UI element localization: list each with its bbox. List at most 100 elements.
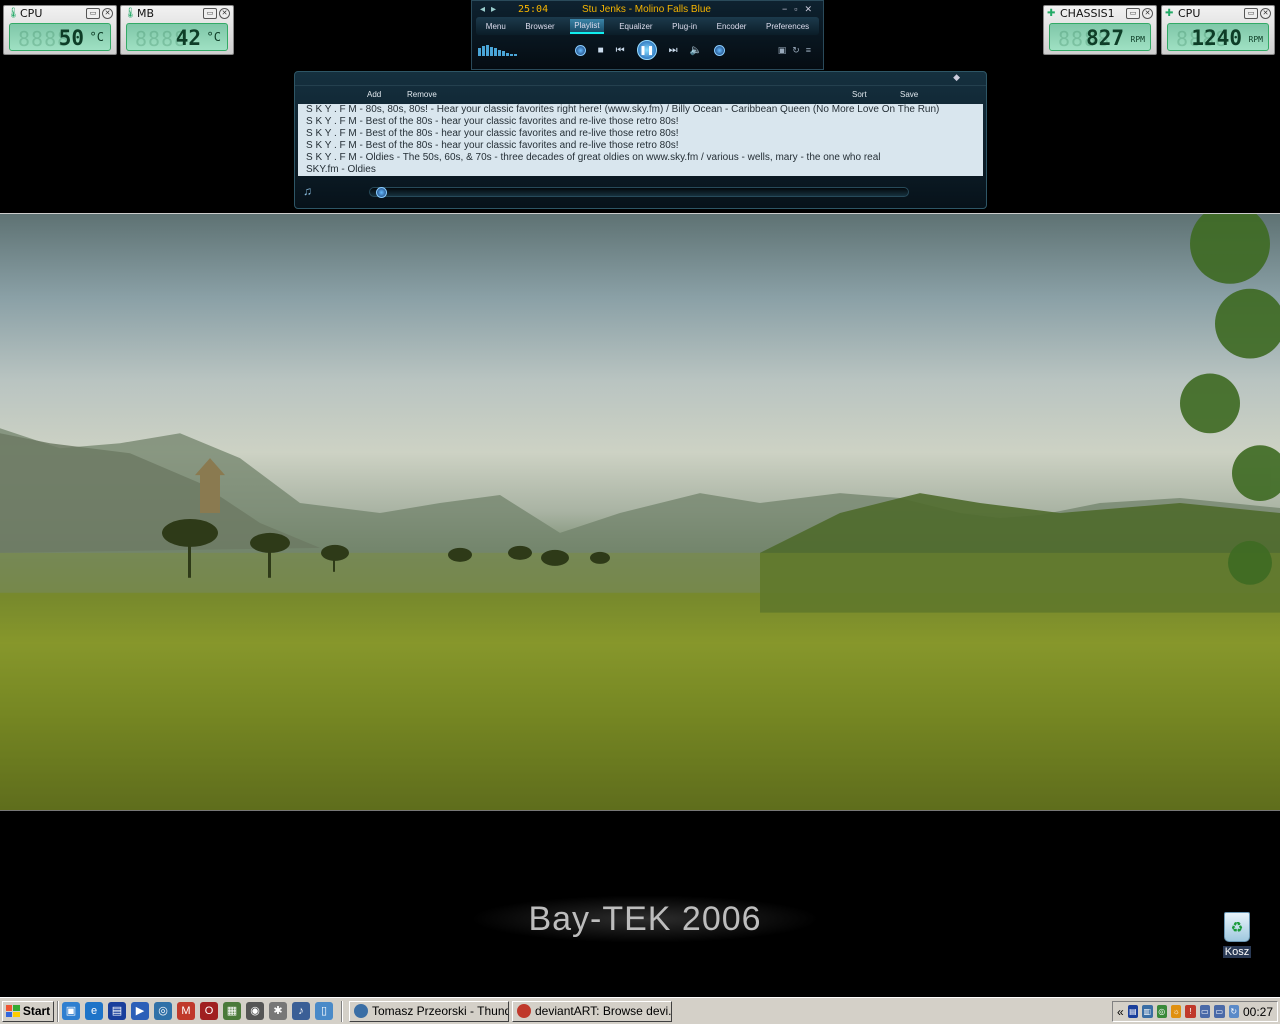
browser-icon[interactable]: e (85, 1002, 103, 1020)
tray-sun-icon[interactable]: ☼ (1170, 1005, 1182, 1018)
menu-item-preferences[interactable]: Preferences (762, 20, 813, 33)
volume-icon[interactable]: 🔈 (690, 45, 702, 56)
clock[interactable]: 00:27 (1243, 1005, 1273, 1019)
list-item[interactable]: S K Y . F M - Best of the 80s - hear you… (298, 116, 983, 128)
task-label: Tomasz Przeorski - Thund... (372, 1004, 509, 1018)
volume-knob[interactable] (714, 44, 726, 56)
tray-flag-icon[interactable]: ▥ (1142, 1005, 1153, 1018)
sensor-label: CHASSIS1 (1060, 7, 1115, 20)
image-icon[interactable]: ▦ (223, 1002, 241, 1020)
sensor-value: 827 (1086, 26, 1124, 50)
sensor-label: CPU (20, 7, 43, 20)
landscape-art (0, 214, 1280, 810)
desktop-icon[interactable]: ▣ (62, 1002, 80, 1020)
list-item[interactable]: SKY.fm - Oldies (298, 164, 983, 176)
opera-icon[interactable]: O (200, 1002, 218, 1020)
quick-launch: ▣ e ▤ ▶ ◎ M O ▦ ◉ ✱ ♪ ▯ (62, 1002, 333, 1020)
windows-logo-icon (5, 1005, 20, 1017)
settings-icon[interactable]: ▭ (86, 8, 100, 19)
sensor-unit: RPM (1248, 35, 1263, 44)
close-icon[interactable]: ✕ (1142, 8, 1153, 19)
music-note-icon[interactable]: ♫ (303, 184, 317, 198)
close-icon[interactable]: ✕ (102, 8, 113, 19)
disk-icon[interactable]: ▤ (108, 1002, 126, 1020)
menu-item-plugin[interactable]: Plug-in (668, 20, 701, 33)
fan-icon: ✚ (1047, 8, 1056, 19)
recycle-bin[interactable]: ♻ Kosz (1216, 912, 1258, 960)
list-item[interactable]: S K Y . F M - 80s, 80s, 80s! - Hear your… (298, 104, 983, 116)
menu-item-playlist[interactable]: Playlist (570, 18, 604, 34)
remove-button[interactable]: Remove (407, 90, 437, 99)
media-player: ◂▸ 25:04 Stu Jenks - Molino Falls Blue −… (471, 0, 824, 70)
playlist-scrollbar[interactable] (369, 187, 909, 198)
sensor-label: MB (137, 7, 155, 20)
sensor-unit: °C (89, 30, 104, 44)
balance-knob[interactable] (574, 44, 586, 56)
list-item[interactable]: S K Y . F M - Oldies - The 50s, 60s, & 7… (298, 152, 983, 164)
sensor-value: 1240 (1191, 26, 1242, 50)
add-button[interactable]: Add (367, 90, 381, 99)
taskbar: Start ▣ e ▤ ▶ ◎ M O ▦ ◉ ✱ ♪ ▯ Tomasz Prz… (0, 997, 1280, 1024)
previous-icon[interactable]: ⏮ (616, 45, 625, 56)
pin-icon[interactable]: ◆ (953, 72, 960, 83)
settings-icon[interactable]: ▭ (203, 8, 217, 19)
menu-item-menu[interactable]: Menu (482, 20, 510, 33)
close-icon[interactable]: ✕ (219, 8, 230, 19)
mode-buttons[interactable]: ▣↻≡ (778, 45, 817, 56)
sort-button[interactable]: Sort (852, 90, 867, 99)
tray-network-icon[interactable]: ▭ (1199, 1005, 1211, 1018)
menu-item-equalizer[interactable]: Equalizer (615, 20, 656, 33)
document-icon[interactable]: ▯ (315, 1002, 333, 1020)
globe-icon[interactable]: ◎ (154, 1002, 172, 1020)
opera-icon (517, 1004, 531, 1018)
tray-monitor-icon[interactable]: ▭ (1214, 1005, 1225, 1018)
recycle-bin-icon[interactable]: ♻ (1224, 912, 1250, 942)
cd-icon[interactable]: ◉ (246, 1002, 264, 1020)
settings-icon[interactable]: ▭ (1244, 8, 1258, 19)
task-thunderbird[interactable]: Tomasz Przeorski - Thund... (349, 1000, 509, 1022)
stop-icon[interactable]: ■ (598, 45, 604, 56)
save-button[interactable]: Save (900, 90, 918, 99)
settings-icon[interactable]: ✱ (269, 1002, 287, 1020)
tray-expand-icon[interactable]: « (1117, 1005, 1124, 1019)
thunderbird-icon (354, 1004, 368, 1018)
task-opera[interactable]: deviantART: Browse devi... (512, 1000, 672, 1022)
wallpaper-landscape (0, 213, 1280, 811)
menu-item-encoder[interactable]: Encoder (713, 20, 751, 33)
task-label: deviantART: Browse devi... (535, 1004, 672, 1018)
mail-icon[interactable]: M (177, 1002, 195, 1020)
scroll-knob[interactable] (376, 187, 387, 198)
lcd-display: 8888 42 °C (126, 23, 228, 51)
sensor-value: 42 (175, 26, 201, 50)
menu-item-browser[interactable]: Browser (521, 20, 558, 33)
media-icon[interactable]: ▶ (131, 1002, 149, 1020)
sensor-cpu-temp: 🌡 CPU ▭ ✕ 8888 50 °C (3, 5, 117, 55)
track-title: Stu Jenks - Molino Falls Blue (582, 3, 711, 15)
headphones-icon[interactable]: ♪ (292, 1002, 310, 1020)
start-button[interactable]: Start (2, 1000, 54, 1022)
lcd-display: 8888 1240 RPM (1167, 23, 1269, 51)
start-label: Start (22, 1004, 51, 1018)
visualizer (478, 44, 522, 56)
tray-globe-icon[interactable]: ◎ (1156, 1005, 1167, 1018)
sensor-chassis-fan: ✚ CHASSIS1 ▭ ✕ 8888 827 RPM (1043, 5, 1157, 55)
sensor-unit: RPM (1130, 35, 1145, 44)
next-icon[interactable]: ⏭ (669, 45, 678, 56)
playlist-window: ◆ Add Remove Sort Save S K Y . F M - 80s… (294, 71, 987, 209)
window-buttons[interactable]: −▫✕ (782, 4, 823, 15)
nav-arrows-icon[interactable]: ◂▸ (472, 4, 512, 15)
close-icon[interactable]: ✕ (1260, 8, 1271, 19)
tray-disk-icon[interactable]: ▤ (1127, 1005, 1139, 1018)
playlist-list: S K Y . F M - 80s, 80s, 80s! - Hear your… (298, 104, 983, 176)
thermometer-icon: 🌡 (124, 8, 137, 19)
sensor-unit: °C (206, 30, 221, 44)
fan-icon: ✚ (1165, 8, 1174, 19)
recycle-bin-label[interactable]: Kosz (1222, 946, 1252, 958)
tray-sync-icon[interactable]: ↻ (1228, 1005, 1239, 1018)
list-item[interactable]: S K Y . F M - Best of the 80s - hear you… (298, 128, 983, 140)
tray-alert-icon[interactable]: ! (1185, 1005, 1196, 1018)
pause-button[interactable]: ❚❚ (636, 40, 657, 60)
list-item[interactable]: S K Y . F M - Best of the 80s - hear you… (298, 140, 983, 152)
brand-text: Bay-TEK 2006 (470, 895, 820, 943)
settings-icon[interactable]: ▭ (1126, 8, 1140, 19)
